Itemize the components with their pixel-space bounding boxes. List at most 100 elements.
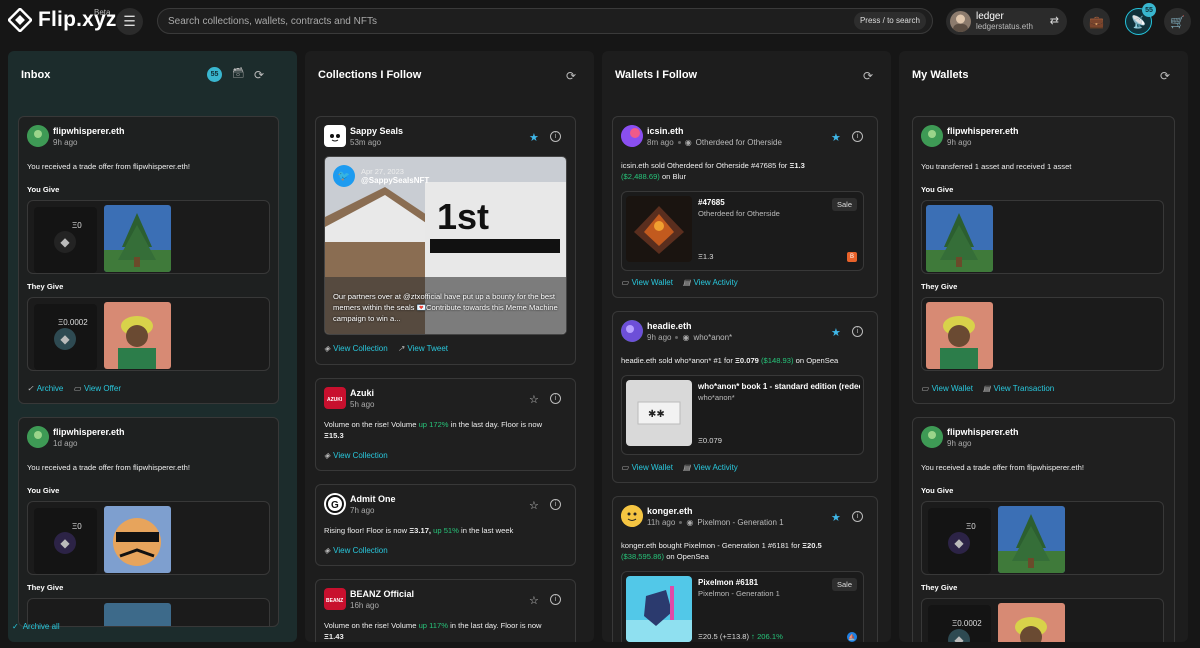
collection-name[interactable]: Pixelmon - Generation 1 <box>697 518 783 527</box>
star-outline-icon[interactable]: ☆ <box>529 499 539 512</box>
info-icon[interactable]: i <box>550 499 561 510</box>
nft-image[interactable] <box>998 506 1065 573</box>
cart-button[interactable]: 🛒 <box>1164 8 1191 35</box>
star-filled-icon[interactable]: ★ <box>831 511 841 524</box>
nft-image[interactable] <box>104 506 171 573</box>
archive-link[interactable]: ✓ Archive <box>27 384 63 393</box>
collection-name[interactable]: Azuki <box>350 388 374 398</box>
they-give-box: ◆ Ξ0.0002 <box>27 297 270 371</box>
search-input[interactable] <box>168 9 848 33</box>
view-collection-label: View Collection <box>333 451 388 460</box>
view-collection-label: View Collection <box>333 546 388 555</box>
nft-image[interactable] <box>104 205 171 272</box>
eth-amount: Ξ0 <box>72 522 82 531</box>
sale-badge: Sale <box>831 578 857 591</box>
info-icon[interactable]: i <box>852 511 863 522</box>
info-icon[interactable]: i <box>852 131 863 142</box>
star-filled-icon[interactable]: ★ <box>831 326 841 339</box>
inbox-column: Inbox 55 🗃 ⟳ flipwhisperer.eth 9h ago Yo… <box>8 51 297 642</box>
meta-row: 8m ago ◉ Otherdeed for Otherside <box>647 138 782 147</box>
info-icon[interactable]: i <box>550 594 561 605</box>
view-activity-link[interactable]: ▤ View Activity <box>683 278 738 287</box>
refresh-icon[interactable]: ⟳ <box>254 68 264 82</box>
view-offer-label: View Offer <box>83 384 122 393</box>
collection-card: AZUKI Azuki 5h ago ☆ i Volume on the ris… <box>315 378 576 471</box>
view-collection-link[interactable]: ◈ View Collection <box>324 344 388 353</box>
view-transaction-link[interactable]: ▤ View Transaction <box>983 384 1054 393</box>
view-tweet-link[interactable]: ↗ View Tweet <box>398 344 448 353</box>
info-icon[interactable]: i <box>550 131 561 142</box>
meta-row: 11h ago ◉ Pixelmon - Generation 1 <box>647 518 784 527</box>
venue: on OpenSea <box>664 552 709 561</box>
card-actions: ▭ View Wallet ▤ View Activity <box>621 463 738 472</box>
refresh-icon[interactable]: ⟳ <box>863 69 873 83</box>
timestamp: 9h ago <box>647 333 672 342</box>
layers-icon: ◈ <box>324 344 331 353</box>
sale-price: Ξ20.5 <box>802 541 822 550</box>
avatar <box>27 426 49 448</box>
view-wallet-link[interactable]: ▭ View Wallet <box>621 463 673 472</box>
archive-all-link[interactable]: ✓ Archive all <box>12 622 60 631</box>
refresh-icon[interactable]: ⟳ <box>1160 69 1170 83</box>
search-bar[interactable]: Press / to search <box>157 8 933 34</box>
notification-badge: 55 <box>1142 3 1156 17</box>
info-icon[interactable]: i <box>852 326 863 337</box>
nft-image[interactable] <box>926 302 993 369</box>
wallet-name[interactable]: konger.eth <box>647 506 693 516</box>
they-give-label: They Give <box>921 282 958 291</box>
star-filled-icon[interactable]: ★ <box>529 131 539 144</box>
view-wallet-link[interactable]: ▭ View Wallet <box>921 384 973 393</box>
user-menu[interactable]: ledger ledgerstatus.eth ⇄ <box>946 8 1067 35</box>
view-collection-link[interactable]: ◈ View Collection <box>324 451 388 460</box>
nft-item[interactable]: #47685 Otherdeed for Otherside Ξ1.3 Sale… <box>621 191 864 271</box>
collection-name[interactable]: Sappy Seals <box>350 126 403 136</box>
star-filled-icon[interactable]: ★ <box>831 131 841 144</box>
archive-icon[interactable]: 🗃 <box>232 68 245 79</box>
ethereum-icon: ◆ <box>948 629 970 642</box>
wallet-name[interactable]: flipwhisperer.eth <box>947 427 1019 437</box>
wallet-name[interactable]: headie.eth <box>647 321 692 331</box>
view-offer-link[interactable]: ▭ View Offer <box>73 384 121 393</box>
wallet-name[interactable]: icsin.eth <box>647 126 684 136</box>
refresh-icon[interactable]: ⟳ <box>566 69 576 83</box>
tweet-embed[interactable]: 1st 🐦 Apr 27, 2023 @SappySealsNFT Our pa… <box>324 156 567 335</box>
collection-name[interactable]: Admit One <box>350 494 396 504</box>
nft-item[interactable]: Pixelmon #6181 Pixelmon - Generation 1 Ξ… <box>621 571 864 642</box>
tweet-header: 🐦 Apr 27, 2023 @SappySealsNFT <box>333 165 429 187</box>
star-outline-icon[interactable]: ☆ <box>529 594 539 607</box>
collection-name[interactable]: Otherdeed for Otherside <box>696 138 782 147</box>
timestamp: 7h ago <box>350 506 375 515</box>
nft-image[interactable] <box>104 302 171 369</box>
sender-name[interactable]: flipwhisperer.eth <box>53 427 125 437</box>
text-part: headie.eth sold who*anon* #1 for <box>621 356 735 365</box>
price-gain: ↑ 206.1% <box>751 632 783 641</box>
switch-account-icon[interactable]: ⇄ <box>1050 14 1059 27</box>
nft-image[interactable] <box>926 205 993 272</box>
collection-avatar: G <box>324 493 346 515</box>
collection-name[interactable]: BEANZ Official <box>350 589 414 599</box>
view-activity-link[interactable]: ▤ View Activity <box>683 463 738 472</box>
nft-image[interactable] <box>998 603 1065 642</box>
usd-price: ($2,488.69) <box>621 172 660 181</box>
offer-icon: ▭ <box>73 384 81 393</box>
nft-image[interactable] <box>104 603 171 626</box>
view-wallet-link[interactable]: ▭ View Wallet <box>621 278 673 287</box>
activity-text: headie.eth sold who*anon* #1 for Ξ0.079 … <box>621 355 876 366</box>
portfolio-button[interactable]: 💼 <box>1083 8 1110 35</box>
logo[interactable]: Flip.xyz Beta <box>8 8 117 32</box>
view-tweet-label: View Tweet <box>407 344 449 353</box>
menu-button[interactable]: ☰ <box>116 8 143 35</box>
wallet-name[interactable]: flipwhisperer.eth <box>947 126 1019 136</box>
my-wallets-column: My Wallets ⟳ flipwhisperer.eth 9h ago Yo… <box>899 51 1188 642</box>
text-part: konger.eth bought Pixelmon - Generation … <box>621 541 803 550</box>
wallet-icon: ▭ <box>621 278 629 287</box>
wallet-icon: ▭ <box>621 463 629 472</box>
sender-name[interactable]: flipwhisperer.eth <box>53 126 125 136</box>
star-outline-icon[interactable]: ☆ <box>529 393 539 406</box>
info-icon[interactable]: i <box>550 393 561 404</box>
collection-name[interactable]: who*anon* <box>693 333 732 342</box>
nft-item[interactable]: ✱✱ who*anon* book 1 - standard edition (… <box>621 375 864 455</box>
collection-avatar <box>324 125 346 147</box>
view-collection-link[interactable]: ◈ View Collection <box>324 546 388 555</box>
they-give-box <box>27 598 270 626</box>
